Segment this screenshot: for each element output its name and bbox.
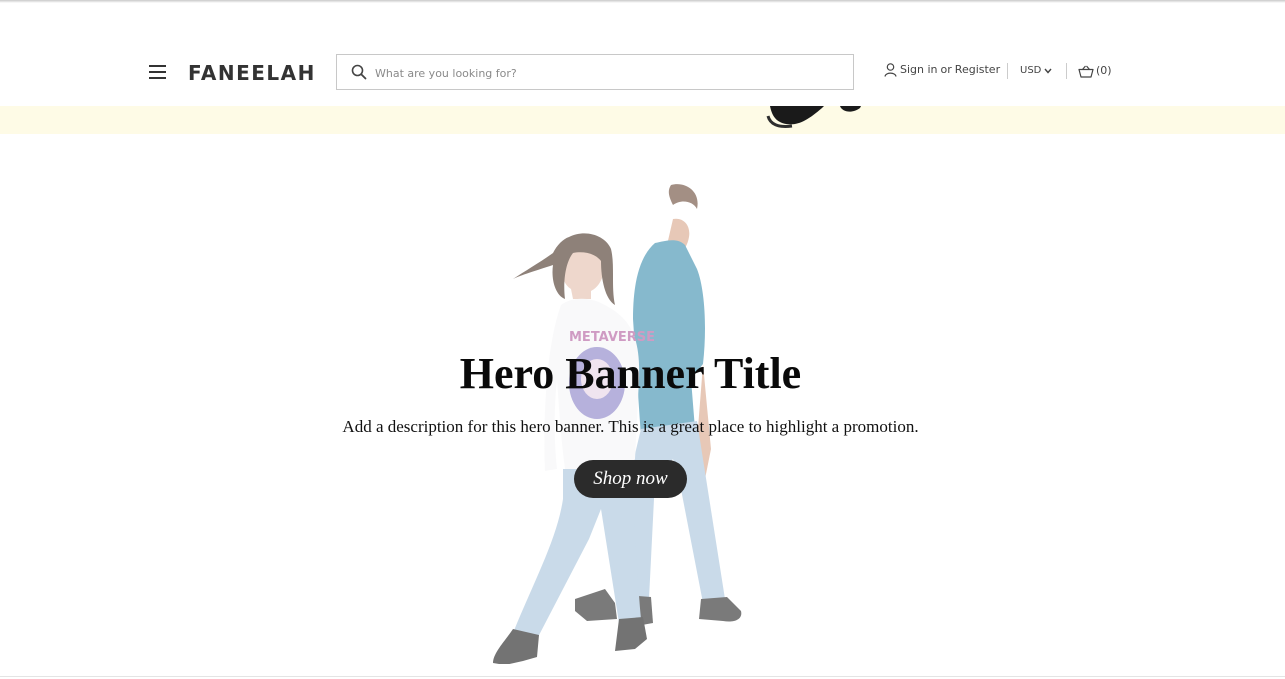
hero-description: Add a description for this hero banner. … [342, 417, 919, 436]
search-input[interactable] [373, 61, 837, 85]
brand-logo[interactable]: FANEELAH [188, 61, 316, 85]
site-header: FANEELAH Sign in or Register USD (0) [0, 3, 1285, 106]
search-icon[interactable] [351, 64, 367, 80]
shoe-image [766, 106, 861, 128]
account-links: Sign in or Register [884, 62, 1000, 78]
promo-strip [0, 106, 1285, 134]
header-divider [1066, 63, 1067, 79]
sign-in-link[interactable]: Sign in [900, 62, 938, 78]
currency-selector[interactable]: USD [1020, 64, 1052, 78]
register-link[interactable]: Register [955, 62, 1000, 78]
cart-count: (0) [1096, 64, 1112, 77]
user-icon[interactable] [884, 63, 897, 77]
chevron-down-icon [1044, 68, 1052, 74]
or-text: or [940, 63, 952, 76]
menu-icon[interactable] [149, 65, 167, 79]
header-divider [1007, 63, 1008, 79]
section-divider [0, 676, 1285, 677]
shop-now-button[interactable]: Shop now [574, 460, 687, 498]
sweater-print-text: METAVERSE [569, 330, 655, 345]
search-bar[interactable] [336, 54, 854, 90]
hero-title: Hero Banner Title [459, 349, 802, 398]
currency-label: USD [1020, 65, 1042, 76]
basket-icon [1078, 65, 1094, 78]
cart-link[interactable]: (0) [1078, 63, 1112, 79]
hero-banner: METAVERSE Hero Banner Title Add a descri… [0, 134, 1285, 676]
